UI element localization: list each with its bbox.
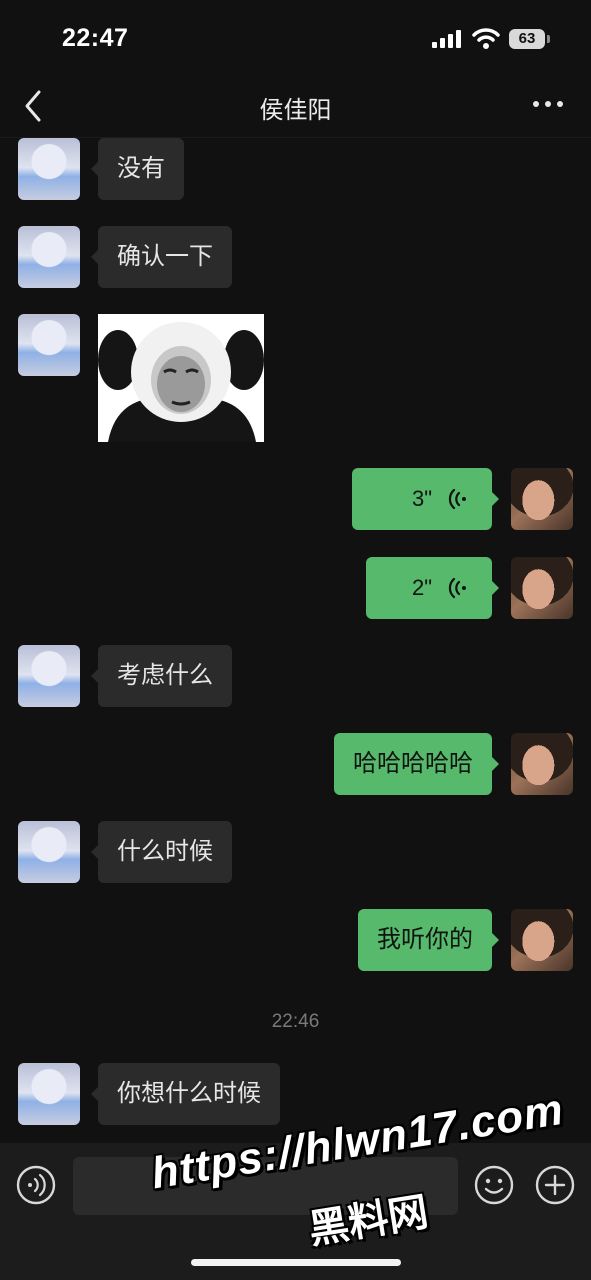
contact-avatar[interactable]	[18, 226, 80, 288]
smiley-icon[interactable]	[474, 1165, 514, 1205]
my-avatar[interactable]	[511, 909, 573, 971]
message-bubble-incoming[interactable]: 考虑什么	[91, 645, 232, 707]
nav-divider	[0, 137, 591, 138]
message-bubble-incoming[interactable]: 什么时候	[91, 821, 232, 883]
battery-indicator: 63	[509, 29, 551, 49]
status-time: 22:47	[62, 24, 129, 52]
chat-timestamp: 22:46	[271, 1011, 320, 1032]
voice-wave-icon	[448, 577, 466, 599]
chat-title: 侯佳阳	[259, 97, 332, 124]
plus-circle-icon[interactable]	[535, 1165, 575, 1205]
voice-duration: 3"	[412, 486, 433, 511]
home-indicator[interactable]	[191, 1259, 401, 1266]
message-bubble-incoming[interactable]: 确认一下	[91, 226, 232, 288]
message-bubble-outgoing[interactable]: 哈哈哈哈哈	[334, 733, 499, 795]
my-avatar[interactable]	[511, 557, 573, 619]
contact-avatar[interactable]	[18, 1063, 80, 1125]
voice-duration: 2"	[412, 575, 433, 600]
wifi-icon	[472, 28, 500, 49]
voice-message-bubble[interactable]: 2"	[366, 557, 499, 619]
my-avatar[interactable]	[511, 733, 573, 795]
my-avatar[interactable]	[511, 468, 573, 530]
signal-icon	[432, 30, 461, 48]
voice-icon[interactable]	[16, 1165, 56, 1205]
message-bubble-incoming[interactable]: 没有	[91, 138, 184, 200]
message-bubble-incoming[interactable]: 你想什么时候	[91, 1063, 280, 1125]
battery-level: 63	[518, 30, 536, 47]
contact-avatar[interactable]	[18, 314, 80, 376]
contact-avatar[interactable]	[18, 645, 80, 707]
panda-meme-sticker[interactable]	[98, 314, 264, 442]
voice-wave-icon	[448, 488, 466, 510]
message-bubble-outgoing[interactable]: 我听你的	[358, 909, 499, 971]
ellipsis-icon[interactable]	[530, 92, 566, 116]
contact-avatar[interactable]	[18, 138, 80, 200]
voice-message-bubble[interactable]: 3"	[352, 468, 499, 530]
contact-avatar[interactable]	[18, 821, 80, 883]
